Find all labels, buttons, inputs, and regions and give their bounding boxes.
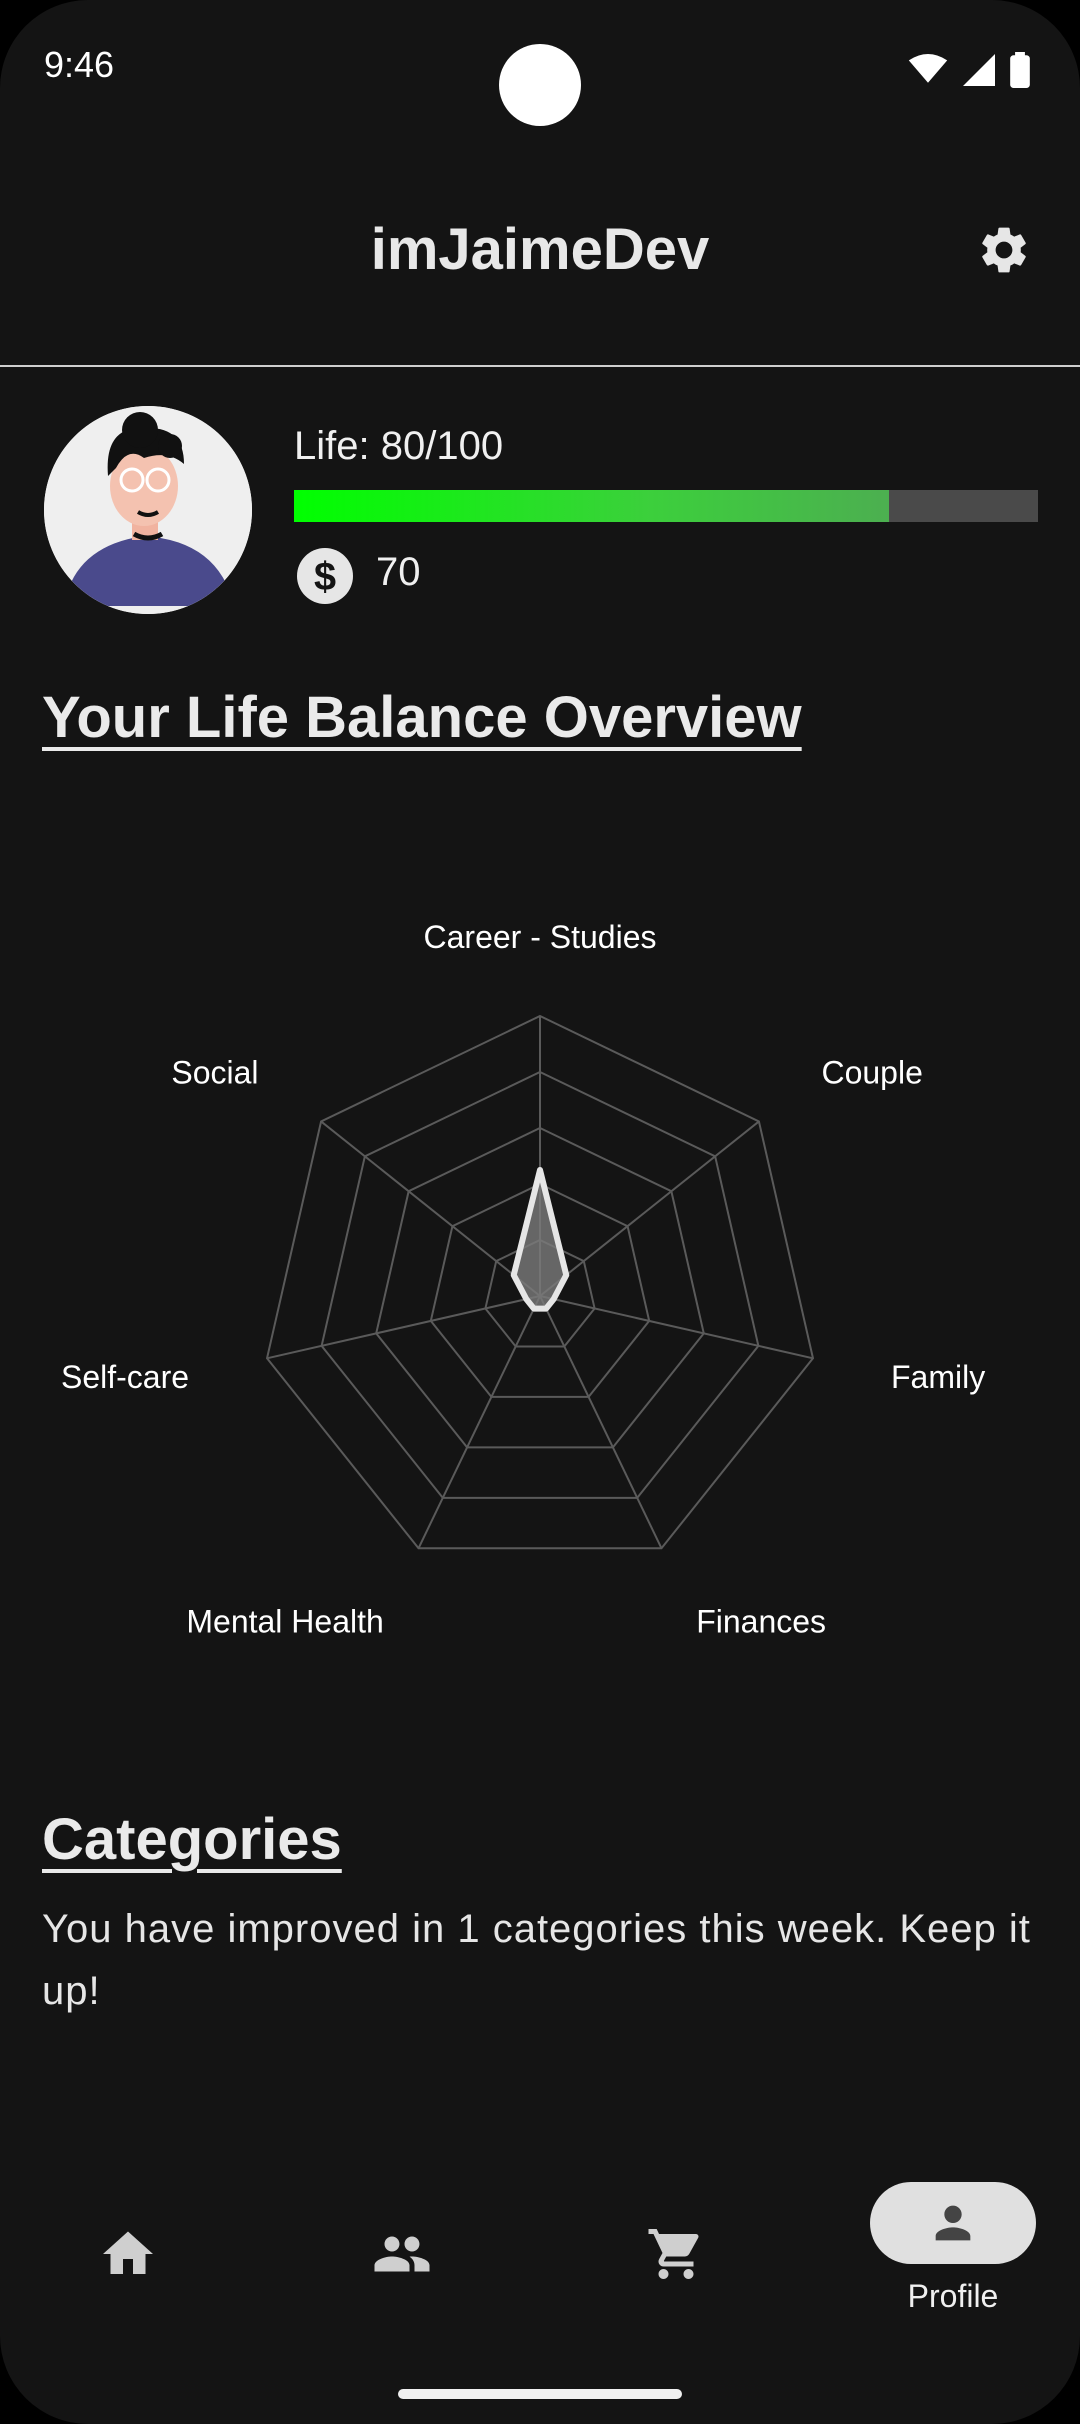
radar-point [512, 1274, 515, 1277]
nav-profile[interactable] [870, 2182, 1036, 2264]
svg-text:$: $ [314, 555, 336, 599]
categories-summary-text: You have improved in 1 categories this w… [42, 1907, 1031, 2013]
status-time: 9:46 [44, 44, 115, 85]
section-title-categories: Categories [42, 1807, 342, 1872]
nav-shop[interactable] [606, 2180, 746, 2330]
nav-home[interactable] [58, 2180, 198, 2330]
nav-profile-label[interactable]: Profile [870, 2278, 1036, 2315]
life-progress-bar [294, 490, 1038, 522]
radar-series-area [510, 1167, 570, 1312]
radar-spoke [539, 1295, 663, 1549]
status-icons [908, 52, 1030, 88]
person-icon [935, 2205, 971, 2241]
section-title-overview: Your Life Balance Overview [42, 685, 802, 750]
coin-balance: 70 [376, 550, 421, 594]
header-divider [0, 365, 1080, 367]
wifi-icon [908, 54, 948, 83]
radar-point [565, 1274, 568, 1277]
radar-axis-label: Career - Studies [424, 919, 657, 955]
avatar-illustration [44, 406, 252, 614]
life-progress-fill [294, 490, 890, 522]
dollar-coin-icon: $ [297, 548, 353, 604]
radar-axis-label: Social [171, 1055, 258, 1091]
radar-point [532, 1307, 535, 1310]
home-indicator[interactable] [398, 2389, 682, 2399]
camera-cutout [499, 44, 581, 126]
radar-spoke [417, 1295, 541, 1549]
radar-axis-label: Finances [696, 1603, 826, 1639]
radar-point [552, 1298, 555, 1301]
settings-gear-icon[interactable] [976, 222, 1032, 278]
radar-point [539, 1169, 541, 1171]
avatar[interactable] [44, 406, 252, 614]
home-icon [103, 2231, 153, 2274]
group-icon [374, 2236, 430, 2272]
signal-icon [963, 54, 995, 86]
battery-icon [1010, 52, 1030, 88]
radar-axis-label: Self-care [61, 1359, 189, 1395]
page-title: imJaimeDev [370, 217, 710, 282]
radar-axis-label: Mental Health [186, 1603, 383, 1639]
life-balance-radar-chart: Career - Studies Couple Family Finances Ment… [61, 919, 985, 1639]
nav-friends[interactable] [332, 2180, 472, 2330]
radar-point [545, 1307, 548, 1310]
radar-axis-label: Couple [821, 1055, 922, 1091]
cart-icon [648, 2229, 699, 2279]
life-label: Life: 80/100 [294, 424, 504, 468]
radar-point [525, 1298, 528, 1301]
app-screen: 9:46 imJaimeDev Life: 80/100 $ 70 Your L… [0, 0, 1080, 2424]
radar-axis-label: Family [891, 1359, 985, 1395]
